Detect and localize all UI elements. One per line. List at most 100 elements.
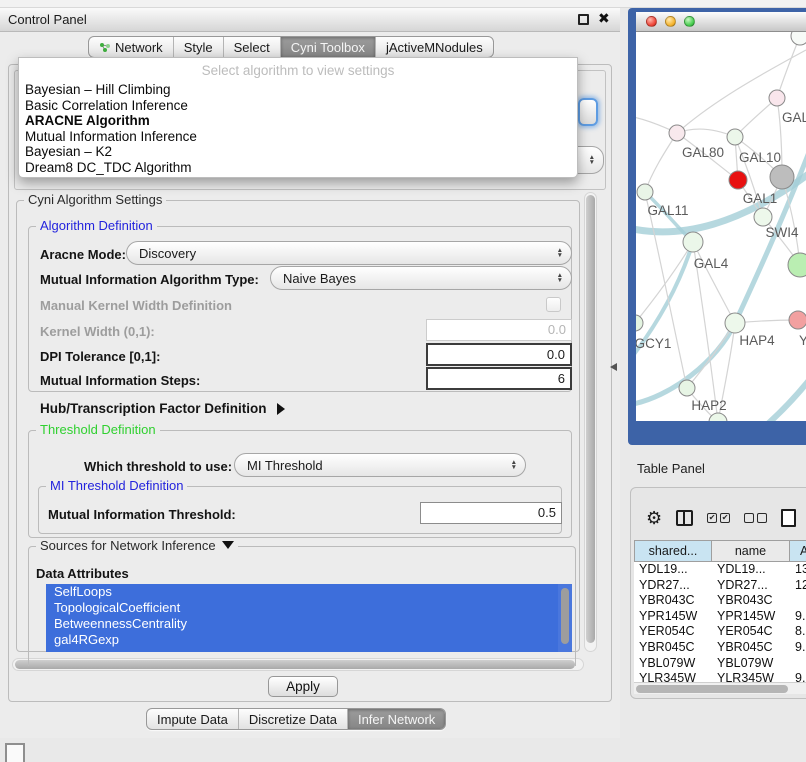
network-node-y[interactable] <box>789 311 806 329</box>
attribute-list-item[interactable]: BetweennessCentrality <box>46 616 558 632</box>
network-edge[interactable] <box>777 36 800 98</box>
kernel-width-field: 0.0 <box>426 319 572 341</box>
tab-style[interactable]: Style <box>174 37 224 57</box>
data-attributes-list[interactable]: SelfLoopsTopologicalCoefficientBetweenne… <box>46 584 558 652</box>
bottom-tab-discretize-data[interactable]: Discretize Data <box>239 709 348 729</box>
threshold-definition-title: Threshold Definition <box>36 422 160 437</box>
tab-cyni-toolbox[interactable]: Cyni Toolbox <box>281 37 376 57</box>
collapsed-panel-icon[interactable] <box>5 743 25 762</box>
splitter-arrow-icon[interactable] <box>610 363 617 371</box>
attribute-list-item[interactable]: TopologicalCoefficient <box>46 600 558 616</box>
network-edge-thick[interactable] <box>724 374 806 421</box>
network-canvas[interactable]: GALGAL80GAL10GAL1GAL11SWI4GAL4GCY1HAP4YH… <box>636 32 806 421</box>
dropdown-placeholder: Select algorithm to view settings <box>19 58 577 82</box>
mi-steps-label: Mutual Information Steps: <box>40 373 200 388</box>
dropdown-item[interactable]: Dream8 DC_TDC Algorithm <box>19 160 577 176</box>
bottom-tab-infer-network[interactable]: Infer Network <box>348 709 445 729</box>
mi-algorithm-type-label: Mutual Information Algorithm Type: <box>40 272 259 287</box>
table-cell <box>790 656 806 672</box>
tab-select[interactable]: Select <box>224 37 281 57</box>
network-node[interactable] <box>770 165 794 189</box>
table-horizontal-scrollbar[interactable] <box>634 682 806 694</box>
table-row[interactable]: YER054CYER054C8. <box>634 624 806 640</box>
apply-button[interactable]: Apply <box>268 676 338 697</box>
network-node-gal10[interactable] <box>727 129 743 145</box>
table-row[interactable]: YBR045CYBR045C9. <box>634 640 806 656</box>
close-traffic-light-icon[interactable] <box>646 16 657 27</box>
table-row[interactable]: YLR345WYLR345W9. <box>634 671 806 682</box>
network-node-swi4[interactable] <box>754 208 772 226</box>
column-header[interactable]: A <box>790 540 806 562</box>
network-edge[interactable] <box>735 98 777 137</box>
network-node[interactable] <box>709 413 727 421</box>
cyni-algorithm-settings-title: Cyni Algorithm Settings <box>24 192 166 207</box>
network-node[interactable] <box>791 32 806 45</box>
network-node-gal[interactable] <box>769 90 785 106</box>
dropdown-item[interactable]: Mutual Information Inference <box>19 129 577 145</box>
table-panel-title: Table Panel <box>637 461 705 476</box>
select-all-checkboxes-icon[interactable]: ✔✔ <box>707 513 730 523</box>
table-row[interactable]: YBL079WYBL079W <box>634 656 806 672</box>
network-node-gal1[interactable] <box>729 171 747 189</box>
gear-icon[interactable]: ⚙ <box>646 509 662 527</box>
table-row[interactable]: YPR145WYPR145W9. <box>634 609 806 625</box>
network-node-gal80[interactable] <box>669 125 685 141</box>
dpi-tolerance-field[interactable]: 0.0 <box>426 343 572 366</box>
table-cell: YDL19... <box>712 562 790 578</box>
bottom-tab-label: Discretize Data <box>249 712 337 727</box>
network-edge[interactable] <box>645 133 677 192</box>
manual-kernel-width-checkbox[interactable] <box>546 297 561 312</box>
vertical-scrollbar-thumb[interactable] <box>586 195 595 643</box>
sources-toggle[interactable]: Sources for Network Inference <box>36 538 238 553</box>
table-header-row: shared...nameA <box>634 540 806 562</box>
attribute-list-item[interactable]: gal4RGexp <box>46 632 558 648</box>
aracne-mode-combobox[interactable]: Discovery ▲▼ <box>126 241 572 265</box>
network-node-gcy1[interactable] <box>636 315 643 331</box>
network-view-window[interactable]: GALGAL80GAL10GAL1GAL11SWI4GAL4GCY1HAP4YH… <box>628 8 806 445</box>
table-row[interactable]: YDL19...YDL19...13 <box>634 562 806 578</box>
document-icon[interactable] <box>781 509 796 527</box>
settings-vertical-scrollbar[interactable] <box>584 192 597 652</box>
tab-jactivemnodules[interactable]: jActiveMNodules <box>376 37 493 57</box>
bottom-tab-impute-data[interactable]: Impute Data <box>147 709 239 729</box>
zoom-traffic-light-icon[interactable] <box>684 16 695 27</box>
table-row[interactable]: YBR043CYBR043C <box>634 593 806 609</box>
tab-label: Select <box>234 40 270 55</box>
network-node[interactable] <box>788 253 806 277</box>
attribute-list-item[interactable]: SelfLoops <box>46 584 558 600</box>
column-header[interactable]: shared... <box>634 540 712 562</box>
split-view-icon[interactable] <box>676 510 693 526</box>
network-edge[interactable] <box>677 129 735 137</box>
table-cell: YBR043C <box>634 593 712 609</box>
attributes-scrollbar-thumb[interactable] <box>561 588 569 644</box>
dropdown-item[interactable]: Bayesian – Hill Climbing <box>19 82 577 98</box>
dropdown-item[interactable]: Bayesian – K2 <box>19 144 577 160</box>
network-node-gal11[interactable] <box>637 184 653 200</box>
which-threshold-combobox[interactable]: MI Threshold ▲▼ <box>234 453 526 477</box>
mi-algorithm-type-combobox[interactable]: Naive Bayes ▲▼ <box>270 266 572 290</box>
algorithm-combobox-button-focused[interactable] <box>578 98 598 126</box>
column-header[interactable]: name <box>712 540 790 562</box>
tab-label: Cyni Toolbox <box>291 40 365 55</box>
dropdown-item[interactable]: Basic Correlation Inference <box>19 98 577 114</box>
network-node-hap2[interactable] <box>679 380 695 396</box>
hub-definition-toggle[interactable]: Hub/Transcription Factor Definition <box>40 401 285 416</box>
mi-threshold-field[interactable]: 0.5 <box>420 502 562 524</box>
attributes-scrollbar[interactable] <box>558 584 572 652</box>
network-node-hap4[interactable] <box>725 313 745 333</box>
mi-steps-field[interactable]: 6 <box>426 367 572 390</box>
dropdown-item[interactable]: ARACNE Algorithm <box>19 113 577 129</box>
table-cell: YLR345W <box>634 671 712 682</box>
table-scrollbar-thumb[interactable] <box>636 685 788 693</box>
close-icon[interactable]: ✖ <box>598 10 610 27</box>
table-cell: YDR27... <box>712 578 790 594</box>
node-label: HAP4 <box>739 333 775 348</box>
tab-network[interactable]: Network <box>89 37 174 57</box>
network-node-gal4[interactable] <box>683 232 703 252</box>
minimize-traffic-light-icon[interactable] <box>665 16 676 27</box>
table-row[interactable]: YDR27...YDR27...12 <box>634 578 806 594</box>
network-window-titlebar[interactable] <box>636 12 806 32</box>
float-window-icon[interactable] <box>578 14 589 25</box>
deselect-checkboxes-icon[interactable] <box>744 513 767 523</box>
network-edge[interactable] <box>645 192 687 388</box>
